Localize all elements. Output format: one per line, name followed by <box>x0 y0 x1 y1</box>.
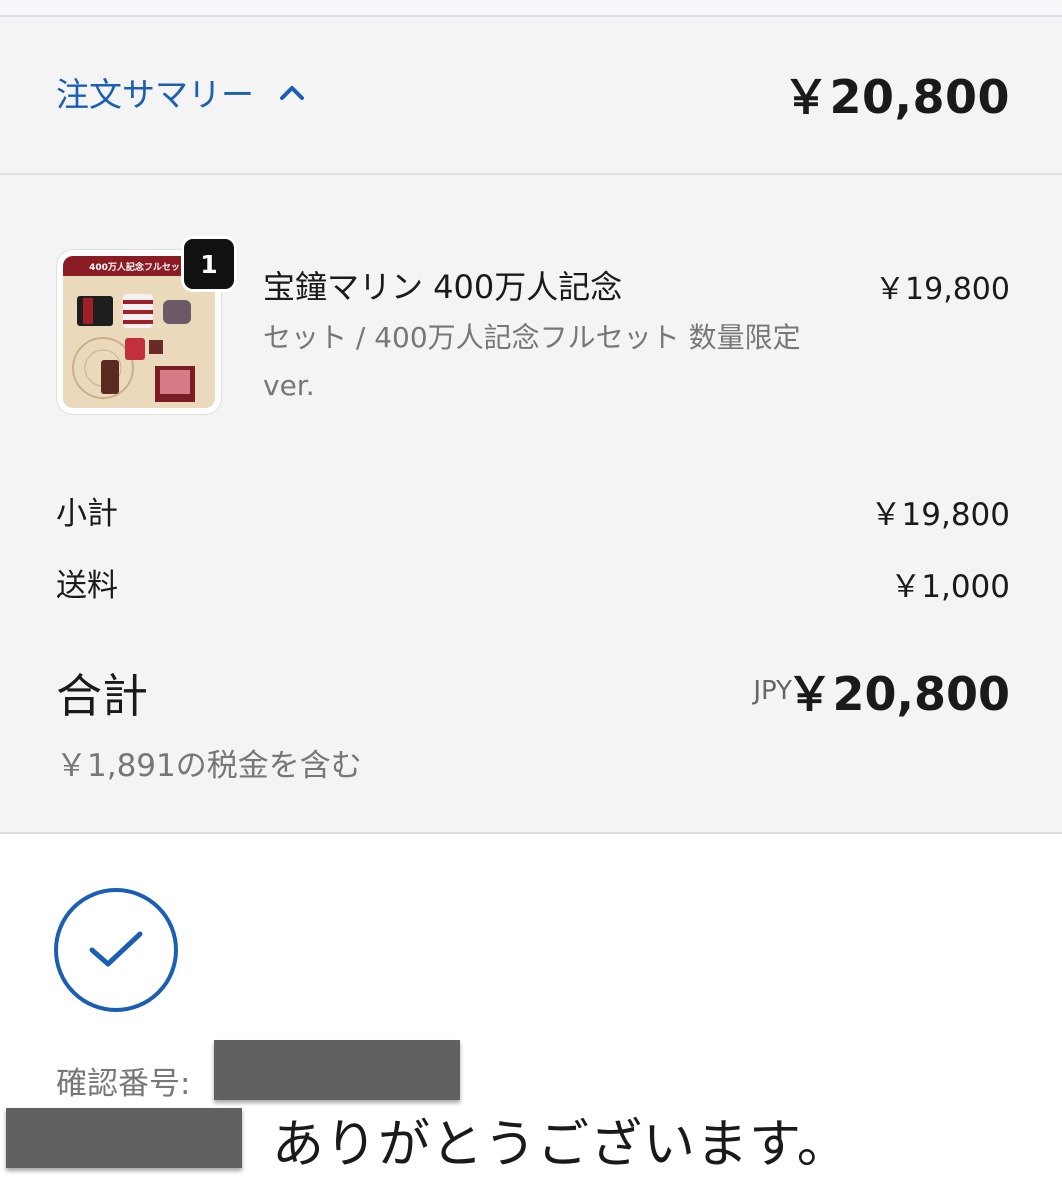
top-bar <box>0 0 1062 17</box>
total-value: ￥20,800 <box>786 667 1010 721</box>
order-summary-toggle[interactable]: 注文サマリー <box>56 69 306 115</box>
product-variant: セット / 400万人記念フルセット 数量限定ver. <box>263 321 801 402</box>
order-summary-label: 注文サマリー <box>56 75 254 114</box>
product-name: 宝鐘マリン 400万人記念 <box>263 268 623 306</box>
order-summary-header: 注文サマリー ￥20,800 <box>0 17 1062 175</box>
shipping-label: 送料 <box>56 568 118 604</box>
total-label: 合計 <box>56 669 148 723</box>
checkmark-icon <box>89 931 143 967</box>
product-price: ￥19,800 <box>875 272 1010 307</box>
thank-you-message: ありがとうございます。 <box>272 1115 850 1175</box>
redacted-name <box>6 1108 242 1168</box>
shipping-value: ￥1,000 <box>890 569 1010 605</box>
quantity-badge: 1 <box>181 236 237 292</box>
header-total-price: ￥20,800 <box>782 70 1010 124</box>
chevron-up-icon <box>280 86 304 100</box>
subtotal-value: ￥19,800 <box>870 497 1010 533</box>
tax-note: ￥1,891の税金を含む <box>56 748 362 784</box>
confirmation-number-label: 確認番号: <box>56 1066 191 1102</box>
subtotal-label: 小計 <box>56 496 118 532</box>
product-image-caption: 400万人記念フルセット <box>89 261 189 273</box>
redacted-confirmation-number <box>214 1040 460 1100</box>
checkmark-circle-icon <box>54 888 178 1012</box>
